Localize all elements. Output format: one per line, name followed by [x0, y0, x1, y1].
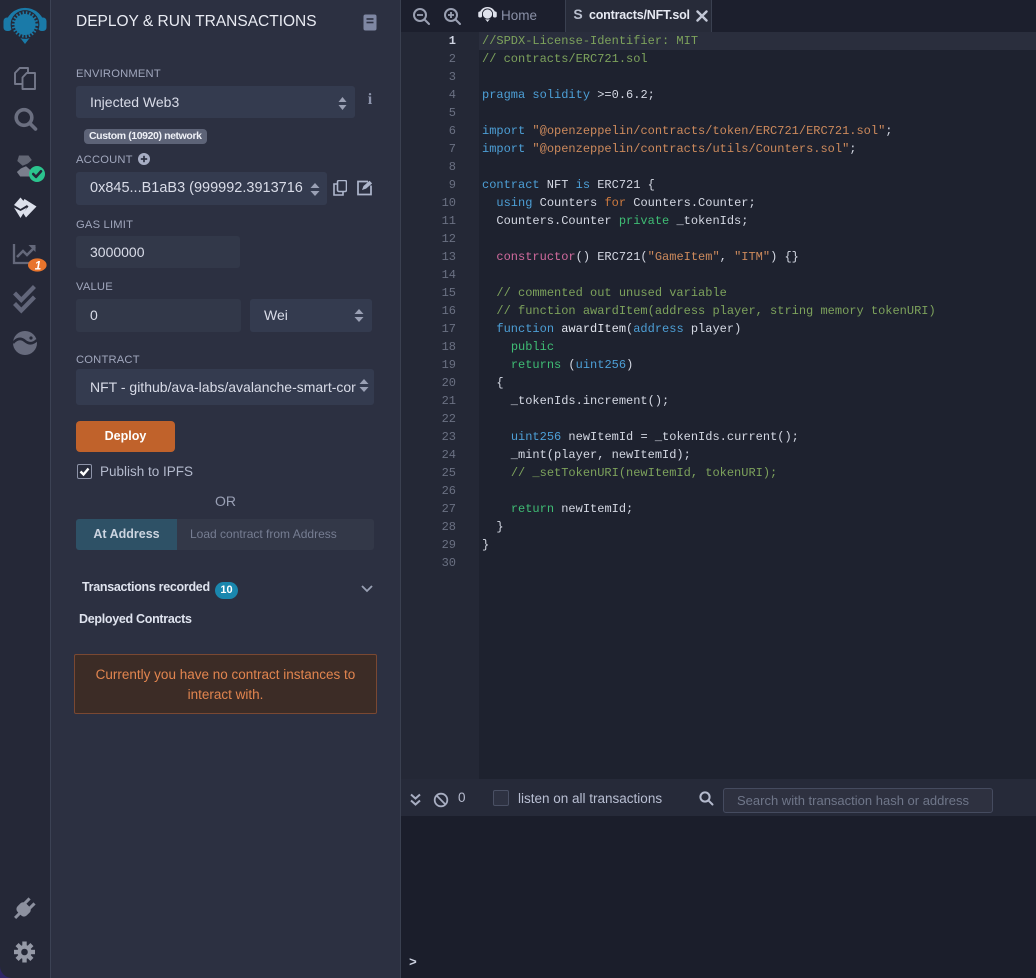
svg-text:1: 1 — [35, 261, 41, 273]
